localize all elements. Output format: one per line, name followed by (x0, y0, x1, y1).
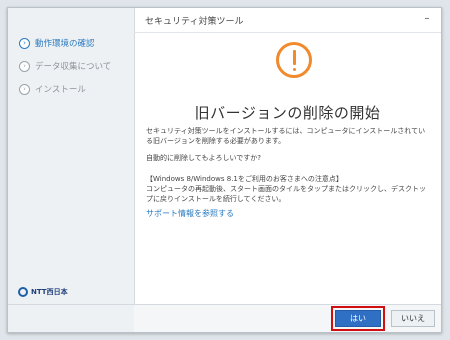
step-data-collection: › データ収集について (19, 58, 111, 74)
sidebar: › 動作環境の確認 › データ収集について › インストール NTT西日本 (8, 8, 135, 332)
button-bar: はい いいえ (134, 304, 441, 332)
ntt-logo-icon (18, 287, 28, 297)
title-bar: セキュリティ対策ツール – (134, 8, 441, 33)
support-info-link[interactable]: サポート情報を参照する (146, 208, 234, 219)
installer-window: › 動作環境の確認 › データ収集について › インストール NTT西日本 セキ… (7, 7, 442, 333)
page-title: 旧バージョンの削除の開始 (194, 104, 381, 122)
chevron-right-icon: › (19, 60, 30, 72)
windows8-notice: 【Windows 8/Windows 8.1をご利用のお客さまへの注意点】 コン… (146, 174, 429, 204)
main-content: 旧バージョンの削除の開始 セキュリティ対策ツールをインストールするには、コンピュ… (134, 32, 441, 305)
minimize-button[interactable]: – (421, 13, 433, 25)
notice-body: コンピュータの再起動後、スタート画面のタイルをタップまたはクリックし、デスクトッ… (146, 185, 426, 203)
step-label: 動作環境の確認 (35, 39, 95, 49)
sidebar-footer (8, 304, 134, 332)
yes-button[interactable]: はい (335, 310, 381, 327)
ntt-logo: NTT西日本 (18, 287, 68, 297)
step-label: データ収集について (35, 62, 112, 72)
notice-title: 【Windows 8/Windows 8.1をご利用のお客さまへの注意点】 (146, 175, 343, 183)
no-button[interactable]: いいえ (391, 310, 435, 327)
chevron-right-icon: › (19, 83, 30, 95)
step-label: インストール (35, 85, 86, 95)
step-install: › インストール (19, 81, 86, 97)
window-title: セキュリティ対策ツール (145, 17, 244, 27)
confirmation-question: 自動的に削除してもよろしいですか? (146, 154, 261, 162)
logo-text: NTT西日本 (31, 288, 68, 296)
chevron-right-icon: › (19, 37, 30, 49)
step-environment-check: › 動作環境の確認 (19, 35, 95, 51)
description-text: セキュリティ対策ツールをインストールするには、コンピュータにインストールされてい… (146, 127, 426, 145)
warning-icon (276, 42, 312, 78)
